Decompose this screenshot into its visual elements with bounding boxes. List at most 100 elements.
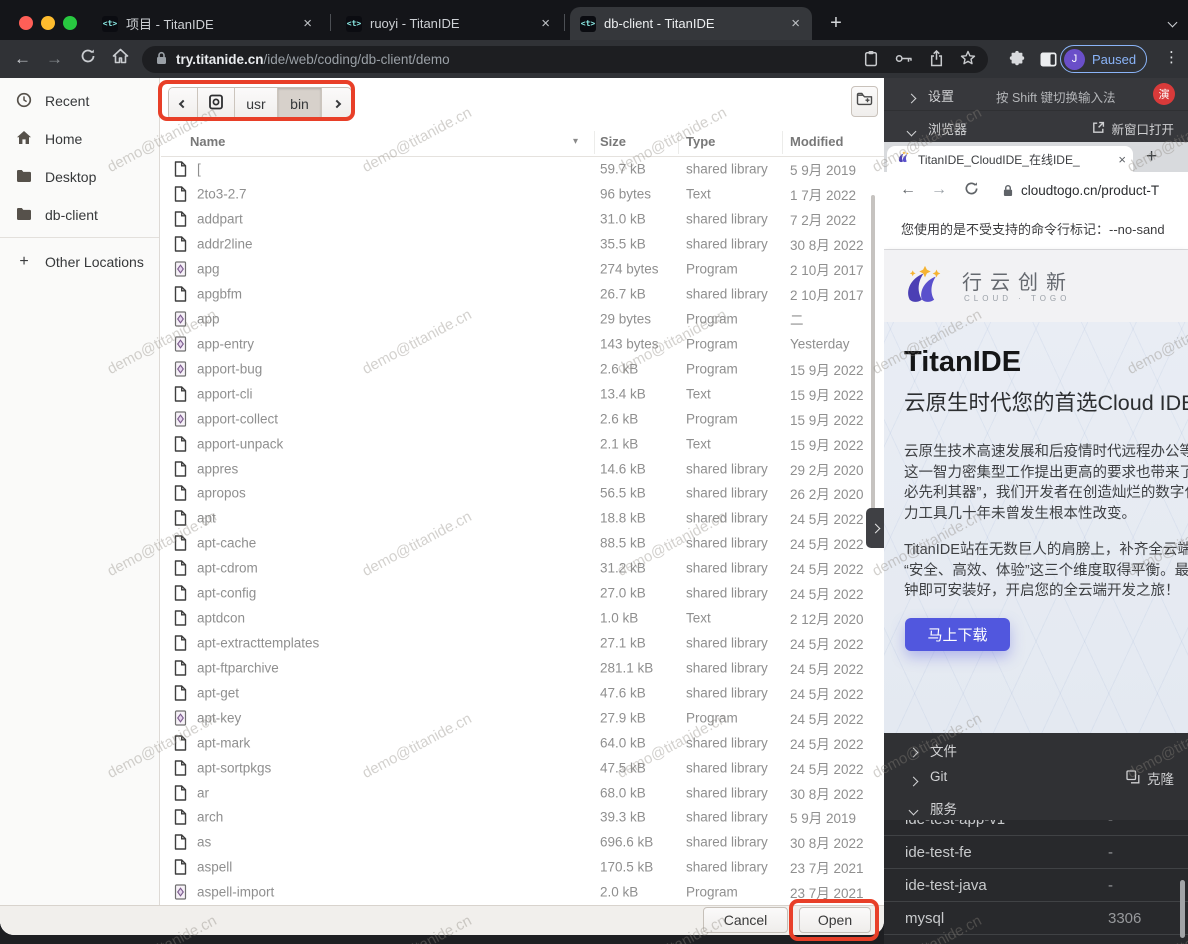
tab-close-icon[interactable]: × <box>539 16 552 31</box>
browser-tab[interactable]: <t>db-client - TitanIDE× <box>570 7 812 40</box>
back-icon[interactable]: ← <box>14 48 31 70</box>
open-new-window-button[interactable]: 新窗口打开 <box>1092 119 1174 138</box>
sidebar-item-home[interactable]: Home <box>0 120 159 158</box>
column-header-type[interactable]: Type <box>686 134 715 149</box>
key-icon[interactable] <box>895 52 913 67</box>
tab-search-chevron-icon[interactable] <box>1169 13 1176 31</box>
cancel-button[interactable]: Cancel <box>703 907 788 933</box>
bookmark-star-icon[interactable] <box>960 50 976 69</box>
git-section-row[interactable]: Git 克隆 <box>884 762 1188 791</box>
file-row[interactable]: aspell170.5 kBshared library23 7月 2021 <box>161 855 884 880</box>
file-row[interactable]: arch39.3 kBshared library5 9月 2019 <box>161 805 884 830</box>
path-segment-bin[interactable]: bin <box>278 88 322 119</box>
sort-arrow-icon[interactable]: ▾ <box>573 136 578 147</box>
mini-url[interactable]: cloudtogo.cn/product-T <box>1021 183 1159 198</box>
file-row[interactable]: apgbfm26.7 kBshared library2 10月 2017 <box>161 282 884 307</box>
program-file-icon <box>174 361 187 377</box>
share-icon[interactable] <box>930 50 943 70</box>
file-row[interactable]: app29 bytesProgram二 <box>161 307 884 332</box>
file-row[interactable]: apt-key27.9 kBProgram24 5月 2022 <box>161 705 884 730</box>
clone-icon <box>1126 770 1140 787</box>
file-row[interactable]: apt-get47.6 kBshared library24 5月 2022 <box>161 680 884 705</box>
settings-section-row[interactable]: 设置 按 Shift 键切换输入法 演 <box>884 78 1188 110</box>
forward-icon[interactable]: → <box>46 48 63 70</box>
address-bar[interactable]: try.titanide.cn/ide/web/coding/db-client… <box>142 46 988 73</box>
file-row[interactable]: apropos56.5 kBshared library26 2月 2020 <box>161 481 884 506</box>
file-row[interactable]: apport-cli13.4 kBText15 9月 2022 <box>161 381 884 406</box>
file-row[interactable]: apt-cdrom31.2 kBshared library24 5月 2022 <box>161 556 884 581</box>
file-row[interactable]: as696.6 kBshared library30 8月 2022 <box>161 830 884 855</box>
column-header-name[interactable]: Name <box>190 134 225 149</box>
clone-button[interactable]: 克隆 <box>1126 768 1174 788</box>
tab-close-icon[interactable]: × <box>301 16 314 31</box>
browser-section-row[interactable]: 浏览器 新窗口打开 <box>884 110 1188 142</box>
profile-button[interactable]: J Paused <box>1060 45 1147 73</box>
minimize-window-button[interactable] <box>41 16 55 30</box>
file-row[interactable]: apt-config27.0 kBshared library24 5月 202… <box>161 581 884 606</box>
path-segment-usr[interactable]: usr <box>235 88 278 119</box>
browser-tab[interactable]: <t>项目 - TitanIDE× <box>92 7 324 40</box>
file-row[interactable]: apt-mark64.0 kBshared library24 5月 2022 <box>161 730 884 755</box>
maximize-window-button[interactable] <box>63 16 77 30</box>
file-type: shared library <box>686 237 768 252</box>
mini-tab-close-icon[interactable]: × <box>1118 152 1126 167</box>
services-section-row[interactable]: 服务 <box>884 791 1188 820</box>
file-row[interactable]: apport-unpack2.1 kBText15 9月 2022 <box>161 431 884 456</box>
file-row[interactable]: 2to3-2.796 bytesText1 7月 2022 <box>161 182 884 207</box>
file-row[interactable]: apport-bug2.6 kBProgram15 9月 2022 <box>161 356 884 381</box>
service-row[interactable]: ide-test-java- <box>884 869 1188 902</box>
mini-forward-icon[interactable]: → <box>931 181 947 199</box>
service-row[interactable]: ide-test-fe- <box>884 836 1188 869</box>
reload-icon[interactable] <box>80 48 96 70</box>
file-row[interactable]: apt-ftparchive281.1 kBshared library24 5… <box>161 655 884 680</box>
file-row[interactable]: apt-sortpkgs47.5 kBshared library24 5月 2… <box>161 755 884 780</box>
service-row[interactable]: mysql3306 <box>884 902 1188 935</box>
column-header-size[interactable]: Size <box>600 134 626 149</box>
browser-menu-icon[interactable]: ⋮ <box>1164 48 1179 66</box>
file-row[interactable]: ar68.0 kBshared library30 8月 2022 <box>161 780 884 805</box>
extensions-puzzle-icon[interactable] <box>1008 50 1026 74</box>
service-row[interactable]: ide-test-app-v1- <box>884 820 1188 836</box>
file-row[interactable]: apt-cache88.5 kBshared library24 5月 2022 <box>161 531 884 556</box>
file-type: Program <box>686 336 738 351</box>
mini-reload-icon[interactable] <box>964 181 979 201</box>
column-header-modified[interactable]: Modified <box>790 134 843 149</box>
tab-close-icon[interactable]: × <box>789 16 802 31</box>
files-section-row[interactable]: 文件 <box>884 733 1188 762</box>
file-row[interactable]: apt-extracttemplates27.1 kBshared librar… <box>161 631 884 656</box>
file-row[interactable]: aptdcon1.0 kBText2 12月 2020 <box>161 606 884 631</box>
sidebar-item-other-locations[interactable]: + Other Locations <box>0 243 159 281</box>
file-row[interactable]: addpart31.0 kBshared library7 2月 2022 <box>161 207 884 232</box>
home-icon[interactable] <box>112 48 129 70</box>
mini-browser-tab[interactable]: TitanIDE_CloudIDE_在线IDE_ × <box>887 146 1133 172</box>
file-list-scrollbar[interactable] <box>871 195 875 525</box>
close-window-button[interactable] <box>19 16 33 30</box>
demo-badge[interactable]: 演 <box>1153 83 1175 105</box>
sidebar-item-recent[interactable]: Recent <box>0 82 159 120</box>
file-row[interactable]: addr2line35.5 kBshared library30 8月 2022 <box>161 232 884 257</box>
file-size: 27.1 kB <box>600 635 646 650</box>
mini-new-tab-button[interactable]: + <box>1146 146 1157 168</box>
file-row[interactable]: apt18.8 kBshared library24 5月 2022 <box>161 506 884 531</box>
path-forward-button[interactable] <box>322 88 351 119</box>
sidebar-item-desktop[interactable]: Desktop <box>0 158 159 196</box>
new-folder-button[interactable] <box>851 86 878 117</box>
new-tab-button[interactable]: + <box>822 9 850 37</box>
sidebar-item-db-client[interactable]: db-client <box>0 196 159 234</box>
service-list-scrollbar[interactable] <box>1180 880 1185 938</box>
file-row[interactable]: apport-collect2.6 kBProgram15 9月 2022 <box>161 406 884 431</box>
mini-back-icon[interactable]: ← <box>900 181 916 199</box>
side-panel-icon[interactable] <box>1040 51 1057 73</box>
panel-expander-handle[interactable] <box>866 508 884 548</box>
file-row[interactable]: app-entry143 bytesProgramYesterday <box>161 331 884 356</box>
file-row[interactable]: apg274 bytesProgram2 10月 2017 <box>161 257 884 282</box>
path-back-button[interactable] <box>169 88 198 119</box>
browser-tab[interactable]: <t>ruoyi - TitanIDE× <box>336 7 562 40</box>
path-computer-button[interactable] <box>198 88 235 119</box>
file-row[interactable]: aspell-import2.0 kBProgram23 7月 2021 <box>161 880 884 905</box>
open-button[interactable]: Open <box>799 907 871 933</box>
file-row[interactable]: appres14.6 kBshared library29 2月 2020 <box>161 456 884 481</box>
clipboard-icon[interactable] <box>864 50 878 70</box>
download-button[interactable]: 马上下载 <box>905 618 1010 651</box>
file-row[interactable]: [59.7 kBshared library5 9月 2019 <box>161 157 884 182</box>
